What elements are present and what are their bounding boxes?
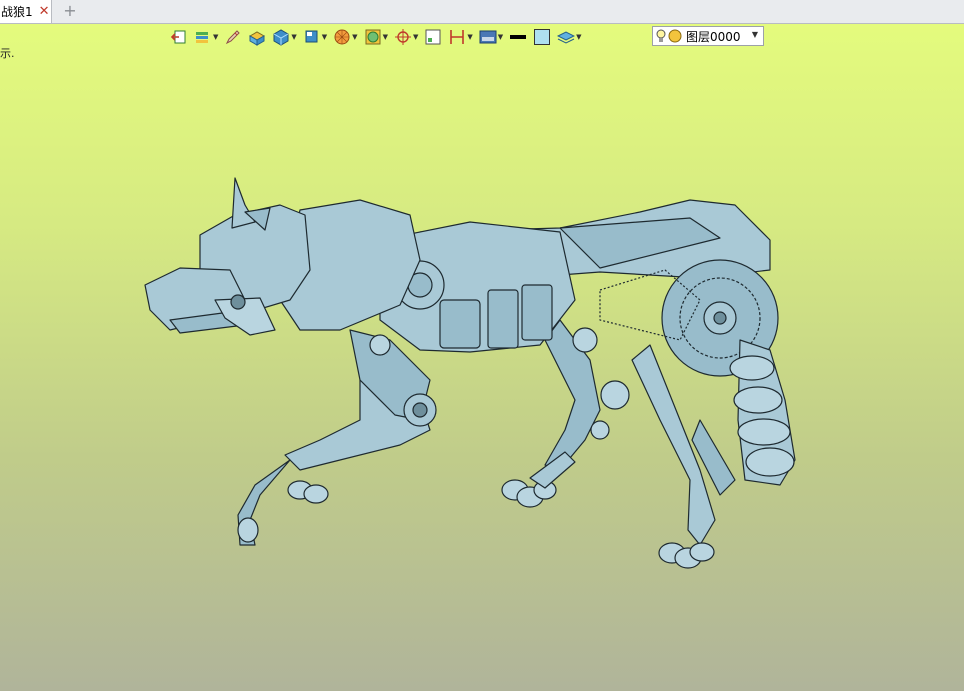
view-orient-icon — [305, 30, 318, 43]
background-icon — [479, 30, 497, 44]
3d-viewport[interactable]: 示. ▼ ▼ ▼ ▼ ▼ ▼ ▼ ▼ ▼ 图层0000 ▼ — [0, 24, 964, 691]
dimension-icon — [450, 30, 465, 44]
layer-select[interactable]: 图层0000 ▼ — [652, 26, 764, 46]
chevron-down-icon: ▼ — [321, 33, 328, 41]
target-tool[interactable]: ▼ — [394, 26, 418, 48]
cube-tool[interactable]: ▼ — [272, 26, 297, 48]
chevron-down-icon: ▼ — [497, 33, 504, 41]
view-toolbar: ▼ ▼ ▼ ▼ ▼ ▼ ▼ ▼ ▼ — [170, 26, 588, 48]
tab-bar: 战狼1 ✕ + — [0, 0, 964, 24]
layers-tool[interactable]: ▼ — [194, 26, 218, 48]
bulb-icon[interactable] — [656, 28, 666, 44]
view-orient-tool[interactable]: ▼ — [303, 26, 327, 48]
line-color-tool[interactable] — [509, 26, 527, 48]
solid-box-tool[interactable] — [248, 26, 266, 48]
layer-color-icon — [668, 29, 682, 43]
target-icon — [394, 29, 411, 45]
layers-tool-icon — [196, 32, 208, 43]
chevron-down-icon: ▼ — [213, 33, 219, 41]
exit-sketch-icon — [170, 30, 186, 44]
stack-tool[interactable]: ▼ — [557, 26, 582, 48]
pencil-tool[interactable] — [224, 26, 242, 48]
chevron-down-icon: ▼ — [352, 33, 358, 41]
document-tab-title: 战狼1 — [1, 5, 33, 19]
chevron-down-icon: ▼ — [576, 33, 582, 41]
robot-wolf-model[interactable] — [0, 24, 964, 691]
render-sphere-icon — [334, 29, 350, 45]
pencil-icon — [226, 30, 241, 45]
fill-color-tool[interactable] — [533, 26, 551, 48]
chevron-down-icon[interactable]: ▼ — [752, 30, 758, 39]
chevron-down-icon: ▼ — [467, 33, 473, 41]
line-color-icon — [510, 35, 527, 39]
render-sphere-tool[interactable]: ▼ — [333, 26, 358, 48]
stack-icon — [557, 31, 576, 44]
chevron-down-icon: ▼ — [412, 33, 419, 41]
layer-name: 图层0000 — [686, 29, 741, 44]
fill-color-icon — [534, 29, 551, 45]
close-icon[interactable]: ✕ — [39, 4, 50, 19]
plus-icon[interactable]: + — [62, 2, 78, 20]
chevron-down-icon: ▼ — [382, 33, 388, 41]
display-mode-tool[interactable]: ▼ — [364, 26, 388, 48]
dimension-tool[interactable]: ▼ — [448, 26, 473, 48]
cube-icon — [273, 29, 289, 46]
display-mode-icon — [365, 29, 381, 45]
background-tool[interactable]: ▼ — [479, 26, 503, 48]
grid-tool[interactable] — [424, 26, 442, 48]
grid-icon — [425, 29, 441, 45]
solid-box-icon — [249, 31, 266, 46]
document-tab[interactable]: 战狼1 ✕ — [0, 0, 52, 23]
chevron-down-icon: ▼ — [291, 33, 297, 41]
exit-sketch-tool[interactable] — [170, 26, 188, 48]
